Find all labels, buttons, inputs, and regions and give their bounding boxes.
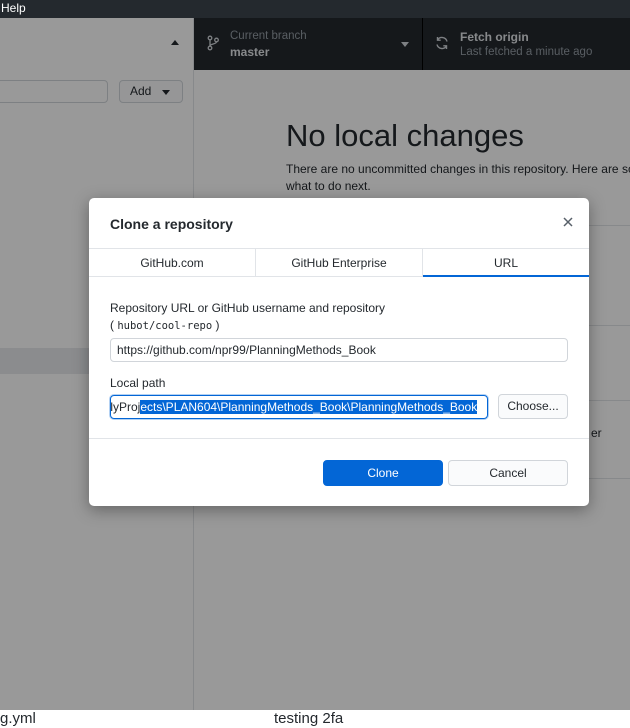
path-prefix: /lyProj bbox=[110, 400, 141, 414]
commit-message: testing 2fa bbox=[274, 710, 344, 727]
cancel-button[interactable]: Cancel bbox=[448, 460, 568, 486]
bottom-strip: g.yml testing 2fa bbox=[0, 710, 630, 728]
clone-button[interactable]: Clone bbox=[323, 460, 443, 486]
url-field-hint: ( hubot/cool-repo ) bbox=[110, 318, 220, 332]
local-path-text: /lyProjects\PLAN604\PlanningMethods_Book… bbox=[110, 397, 478, 417]
close-icon[interactable] bbox=[561, 215, 575, 229]
file-name: g.yml bbox=[0, 710, 36, 727]
tab-github-com[interactable]: GitHub.com bbox=[89, 249, 256, 277]
url-field-label: Repository URL or GitHub username and re… bbox=[110, 301, 386, 315]
menu-help[interactable]: Help bbox=[1, 1, 26, 15]
divider bbox=[89, 438, 589, 439]
choose-button[interactable]: Choose... bbox=[498, 394, 568, 419]
hint-close-paren: ) bbox=[215, 318, 220, 332]
tab-url[interactable]: URL bbox=[423, 249, 589, 277]
local-path-input[interactable]: /lyProjects\PLAN604\PlanningMethods_Book… bbox=[110, 395, 488, 419]
tab-github-enterprise[interactable]: GitHub Enterprise bbox=[256, 249, 423, 277]
menu-bar: Help bbox=[0, 0, 630, 18]
path-selected-text: ects\PLAN604\PlanningMethods_Book\Planni… bbox=[140, 400, 478, 414]
tab-bar: GitHub.com GitHub Enterprise URL bbox=[89, 248, 589, 277]
clone-repository-dialog: Clone a repository GitHub.com GitHub Ent… bbox=[89, 198, 589, 506]
local-path-label: Local path bbox=[110, 376, 166, 390]
dialog-title: Clone a repository bbox=[110, 216, 233, 232]
repository-url-input[interactable]: https://github.com/npr99/PlanningMethods… bbox=[110, 338, 568, 362]
hint-example: hubot/cool-repo bbox=[117, 320, 213, 332]
hint-open-paren: ( bbox=[110, 318, 114, 332]
